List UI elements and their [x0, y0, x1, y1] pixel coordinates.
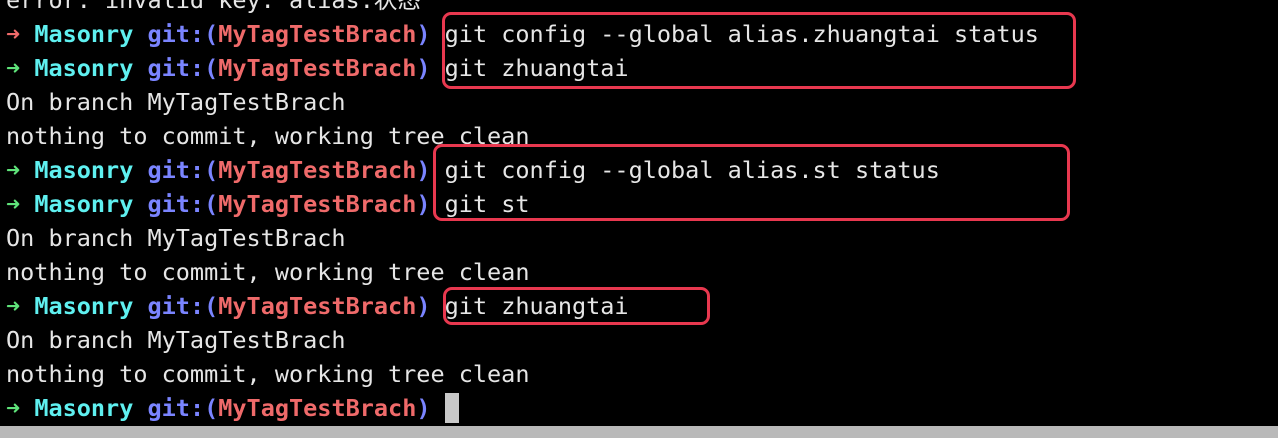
prompt-branch: MyTagTestBrach [218, 54, 417, 82]
output-line: On branch MyTagTestBrach [6, 323, 1276, 357]
prompt-git-close: ) [416, 156, 431, 184]
prompt-directory: Masonry [34, 190, 134, 218]
prompt-directory: Masonry [34, 54, 134, 82]
output-line: nothing to commit, working tree clean [6, 357, 1276, 391]
prompt-git-close: ) [416, 20, 431, 48]
prompt-branch: MyTagTestBrach [218, 156, 417, 184]
output-line: nothing to commit, working tree clean [6, 255, 1276, 289]
annotation-box-zhuangtai-rerun [443, 287, 710, 325]
window-bottom-bar [0, 426, 1278, 438]
prompt-git-close: ) [416, 54, 431, 82]
prompt-git-label: git:( [147, 394, 219, 422]
output-line: On branch MyTagTestBrach [6, 221, 1276, 255]
prompt-arrow-icon: ➜ [6, 190, 21, 218]
prompt-git-close: ) [416, 292, 431, 320]
prompt-arrow-icon: ➜ [6, 54, 21, 82]
output-line: On branch MyTagTestBrach [6, 85, 1276, 119]
text-cursor [444, 393, 459, 423]
prompt-arrow-icon: ➜ [6, 292, 21, 320]
prompt-git-label: git:( [147, 20, 219, 48]
prompt-directory: Masonry [34, 394, 134, 422]
output-text: nothing to commit, working tree clean [6, 360, 530, 388]
terminal-window[interactable]: error: invalid key: alias.状态 ➜ Masonry g… [0, 0, 1278, 426]
prompt-branch: MyTagTestBrach [218, 20, 417, 48]
prompt-git-label: git:( [147, 292, 219, 320]
prompt-branch: MyTagTestBrach [218, 394, 417, 422]
prompt-git-label: git:( [147, 54, 219, 82]
prompt-directory: Masonry [34, 20, 134, 48]
prompt-line-current[interactable]: ➜ Masonry git:(MyTagTestBrach) [6, 391, 1276, 425]
output-text: nothing to commit, working tree clean [6, 258, 530, 286]
prompt-branch: MyTagTestBrach [218, 292, 417, 320]
prompt-directory: Masonry [34, 156, 134, 184]
output-text: On branch MyTagTestBrach [6, 224, 346, 252]
prompt-git-label: git:( [147, 190, 219, 218]
output-text: error: invalid key: alias.状态 [6, 0, 421, 14]
prompt-git-close: ) [416, 394, 431, 422]
output-text: On branch MyTagTestBrach [6, 88, 346, 116]
prompt-arrow-icon: ➜ [6, 394, 21, 422]
annotation-box-st-commands [433, 144, 1070, 221]
prompt-arrow-icon: ➜ [6, 20, 21, 48]
prompt-git-close: ) [416, 190, 431, 218]
prompt-git-label: git:( [147, 156, 219, 184]
output-text: On branch MyTagTestBrach [6, 326, 346, 354]
prompt-arrow-icon: ➜ [6, 156, 21, 184]
prompt-directory: Masonry [34, 292, 134, 320]
prompt-branch: MyTagTestBrach [218, 190, 417, 218]
annotation-box-zhuangtai-commands [442, 12, 1076, 89]
